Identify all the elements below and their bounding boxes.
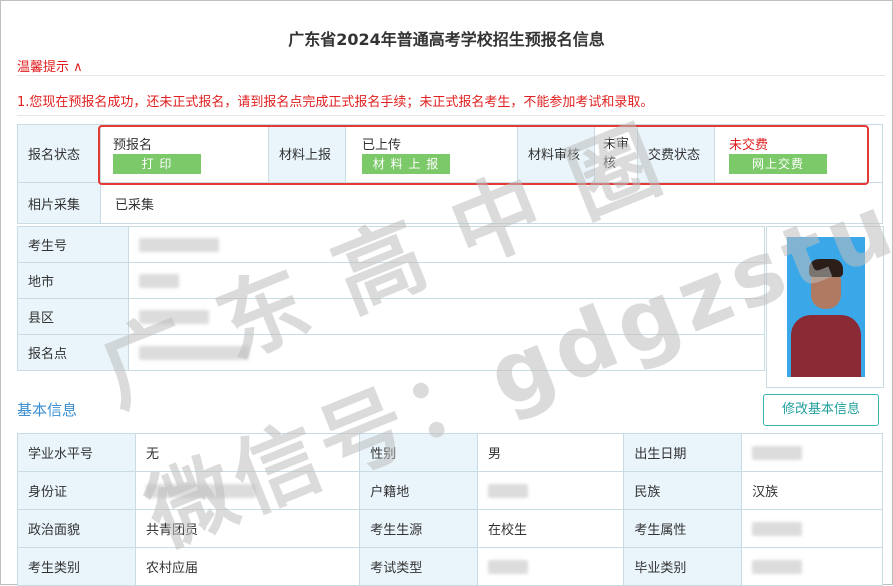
table-row: 考生号 <box>17 226 765 263</box>
basic-field-value <box>741 433 883 472</box>
basic-field-value <box>476 547 625 586</box>
redacted-value <box>487 483 528 498</box>
basic-field-label: 毕业类别 <box>623 547 743 586</box>
candidate-id-value <box>128 226 765 263</box>
basic-field-label: 民族 <box>623 471 743 510</box>
tips-toggle[interactable]: 温馨提示 ∧ <box>17 56 83 75</box>
basic-field-label: 出生日期 <box>623 433 743 472</box>
status-row-label: 报名状态 <box>17 124 101 183</box>
candidate-photo <box>787 237 865 377</box>
redacted-value <box>752 559 803 574</box>
tip-text: 1.您现在预报名成功，还未正式报名，请到报名点完成正式报名手续；未正式报名考生，… <box>17 95 654 110</box>
photo-status: 已采集 <box>100 182 883 224</box>
table-row: 报名点 <box>17 334 765 371</box>
redacted-value <box>752 521 803 536</box>
county-value <box>128 298 765 335</box>
table-row: 考生类别 农村应届 考试类型 毕业类别 <box>16 547 883 586</box>
highlight-box <box>98 125 869 185</box>
site-value <box>128 334 765 371</box>
redacted-value <box>752 445 803 460</box>
basic-info-title: 基本信息 <box>17 401 78 419</box>
redacted-value <box>139 273 179 288</box>
redacted-value <box>487 559 528 574</box>
basic-field-label: 政治面貌 <box>16 509 137 548</box>
basic-field-label: 学业水平号 <box>16 433 137 472</box>
photo-shoulders <box>791 315 861 377</box>
table-row: 身份证 户籍地 民族 汉族 <box>16 471 883 510</box>
divider <box>17 75 885 76</box>
photo-hair <box>809 259 843 277</box>
basic-field-value <box>741 547 883 586</box>
table-row: 县区 <box>17 298 765 335</box>
page-title: 广东省2024年普通高考学校招生预报名信息 <box>288 30 605 49</box>
redacted-value <box>139 345 249 360</box>
basic-field-value <box>476 471 625 510</box>
basic-field-label: 考生类别 <box>16 547 137 586</box>
basic-field-value: 共青团员 <box>135 509 361 548</box>
photo-row: 相片采集 已采集 <box>17 182 883 224</box>
table-row: 政治面貌 共青团员 考生生源 在校生 考生属性 <box>16 509 883 548</box>
basic-field-label: 身份证 <box>16 471 137 510</box>
redacted-value <box>139 309 209 324</box>
basic-field-label: 性别 <box>359 433 478 472</box>
redacted-value <box>139 237 219 252</box>
basic-field-value: 农村应届 <box>135 547 361 586</box>
basic-field-label: 考生生源 <box>359 509 478 548</box>
basic-field-value: 男 <box>476 433 625 472</box>
basic-field-value: 无 <box>135 433 361 472</box>
candidate-table: 考生号 地市 县区 报名点 <box>17 226 765 371</box>
table-row: 地市 <box>17 262 765 299</box>
candidate-photo-frame <box>766 226 884 388</box>
basic-field-label: 户籍地 <box>359 471 478 510</box>
basic-field-value <box>741 509 883 548</box>
edit-basic-info-button[interactable]: 修改基本信息 <box>763 394 879 426</box>
candidate-id-label: 考生号 <box>17 226 129 263</box>
basic-field-value: 在校生 <box>476 509 625 548</box>
basic-field-value <box>135 471 361 510</box>
site-label: 报名点 <box>17 334 129 371</box>
redacted-value <box>146 483 257 498</box>
city-value <box>128 262 765 299</box>
basic-field-value: 汉族 <box>741 471 883 510</box>
photo-label: 相片采集 <box>17 182 101 224</box>
basic-field-label: 考生属性 <box>623 509 743 548</box>
county-label: 县区 <box>17 298 129 335</box>
basic-field-label: 考试类型 <box>359 547 478 586</box>
city-label: 地市 <box>17 262 129 299</box>
basic-info-table: 学业水平号无性别男出生日期 身份证 户籍地 民族 汉族 政治面貌 共青团员 考生生源 在校生 考生… <box>16 433 883 586</box>
divider <box>17 115 885 116</box>
table-row: 学业水平号无性别男出生日期 <box>16 433 883 472</box>
